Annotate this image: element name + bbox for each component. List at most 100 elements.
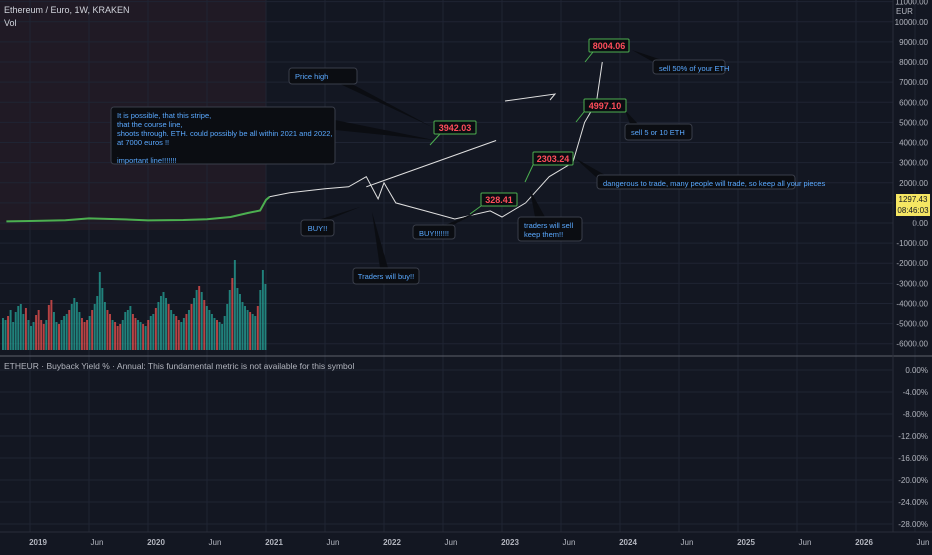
volume-bar (4, 320, 7, 350)
x-tick-label: Jun (91, 538, 104, 547)
x-tick-label: Jun (209, 538, 222, 547)
volume-bar (88, 316, 91, 350)
x-tick-label: Jun (563, 538, 576, 547)
volume-bar (167, 304, 170, 350)
volume-bar (198, 286, 201, 350)
volume-bar (254, 316, 257, 350)
price-label-2303-text: 2303.24 (537, 154, 570, 164)
stripe-line (366, 140, 497, 188)
volume-bar (185, 314, 188, 350)
volume-bar (37, 310, 40, 350)
annotation-price-high-text: Price high (295, 72, 328, 81)
volume-bar (96, 296, 99, 350)
volume-bar (205, 306, 208, 350)
y-tick-label: 6000.00 (899, 98, 928, 107)
annotation-traders-sell-text: traders will sell (524, 221, 574, 230)
volume-bar (154, 308, 157, 350)
volume-bar (236, 288, 239, 350)
lower-pane-title[interactable]: ETHEUR · Buyback Yield % · Annual: This … (4, 361, 354, 371)
y-tick-label: 7000.00 (899, 78, 928, 87)
volume-bar (119, 324, 122, 350)
volume-bar (221, 324, 224, 350)
volume-indicator-label[interactable]: Vol (4, 18, 17, 28)
volume-bar (203, 300, 206, 350)
x-tick-label: 2026 (855, 538, 873, 547)
lower-y-tick-label: -12.00% (898, 432, 928, 441)
x-tick-label: 2023 (501, 538, 519, 547)
chart-canvas[interactable]: 11000.00 10000.00 9000.00 8000.00 7000.00 600… (0, 0, 932, 550)
price-label-4997-pointer (575, 111, 585, 123)
volume-bar (106, 310, 109, 350)
x-tick-label: 2025 (737, 538, 755, 547)
y-tick-label: 5000.00 (899, 118, 928, 127)
annotation-stripe-note-text: shoots through. ETH. could possibly be a… (117, 129, 333, 138)
volume-bar (111, 320, 114, 350)
volume-bar (2, 318, 4, 350)
volume-bar (14, 312, 17, 350)
volume-bar (147, 320, 150, 350)
volume-bar (52, 312, 55, 350)
volume-bar (114, 322, 117, 350)
annotation-buy: BUY!! (300, 207, 360, 237)
volume-bar (175, 316, 178, 350)
annotation-traders-buy-pointer (372, 212, 388, 268)
volume-bar (40, 320, 43, 350)
price-label-4997: 4997.10 (575, 98, 627, 123)
y-tick-label: 4000.00 (899, 139, 928, 148)
annotation-stripe-note: It is possible, that this stripe,that th… (110, 106, 434, 165)
volume-bar (32, 322, 35, 350)
volume-bar (58, 324, 61, 350)
volume-bar (157, 302, 160, 350)
volume-bar (200, 292, 203, 350)
lower-y-tick-label: -24.00% (898, 498, 928, 507)
volume-bar (241, 302, 244, 350)
volume-bar (259, 290, 262, 350)
volume-bar (7, 316, 10, 350)
annotation-traders-sell-pointer (530, 190, 545, 217)
volume-bar (27, 320, 30, 350)
x-tick-label: Jun (917, 538, 930, 547)
volume-bar (9, 310, 12, 350)
volume-bar (249, 312, 252, 350)
volume-bar (131, 314, 134, 350)
volume-bar (129, 306, 132, 350)
volume-bar (264, 284, 267, 350)
y-tick-label: 3000.00 (899, 159, 928, 168)
x-tick-label: Jun (799, 538, 812, 547)
currency-label: EUR (896, 7, 913, 16)
y-tick-label: -6000.00 (896, 340, 928, 349)
price-label-328-text: 328.41 (485, 195, 513, 205)
volume-bar (109, 314, 111, 350)
volume-bar (208, 310, 211, 350)
volume-bar (63, 316, 66, 350)
volume-bar (22, 314, 25, 350)
volume-bar (83, 322, 86, 350)
annotation-stripe-note-text: at 7000 euros !! (117, 138, 169, 147)
volume-bar (19, 304, 22, 350)
volume-bar (65, 314, 68, 350)
volume-bar (139, 322, 142, 350)
annotation-traders-sell: traders will sellkeep them!! (517, 190, 583, 242)
lower-y-tick-label: -4.00% (903, 388, 928, 397)
annotation-buy-red: BUY!!!!!!! (412, 210, 482, 240)
volume-bar (30, 326, 32, 350)
price-label-8004-text: 8004.06 (593, 41, 626, 51)
y-tick-label: 9000.00 (899, 38, 928, 47)
volume-bar (244, 306, 247, 350)
volume-bar (17, 306, 20, 350)
x-tick-label: 2020 (147, 538, 165, 547)
annotation-traders-sell-text: keep them!! (524, 230, 563, 239)
symbol-title[interactable]: Ethereum / Euro, 1W, KRAKEN (4, 5, 130, 15)
stripe-arrow (504, 93, 557, 102)
price-label-4997-text: 4997.10 (589, 101, 622, 111)
x-tick-label: 2022 (383, 538, 401, 547)
lower-y-tick-label: -28.00% (898, 520, 928, 529)
volume-bar (149, 316, 152, 350)
volume-bar (68, 310, 71, 350)
volume-bar (98, 272, 101, 350)
x-tick-label: 2024 (619, 538, 637, 547)
volume-bar (159, 296, 162, 350)
price-label-328: 328.41 (469, 192, 518, 215)
volume-bar (73, 298, 76, 350)
chart-stage[interactable]: 11000.00 10000.00 9000.00 8000.00 7000.00 600… (0, 0, 932, 550)
